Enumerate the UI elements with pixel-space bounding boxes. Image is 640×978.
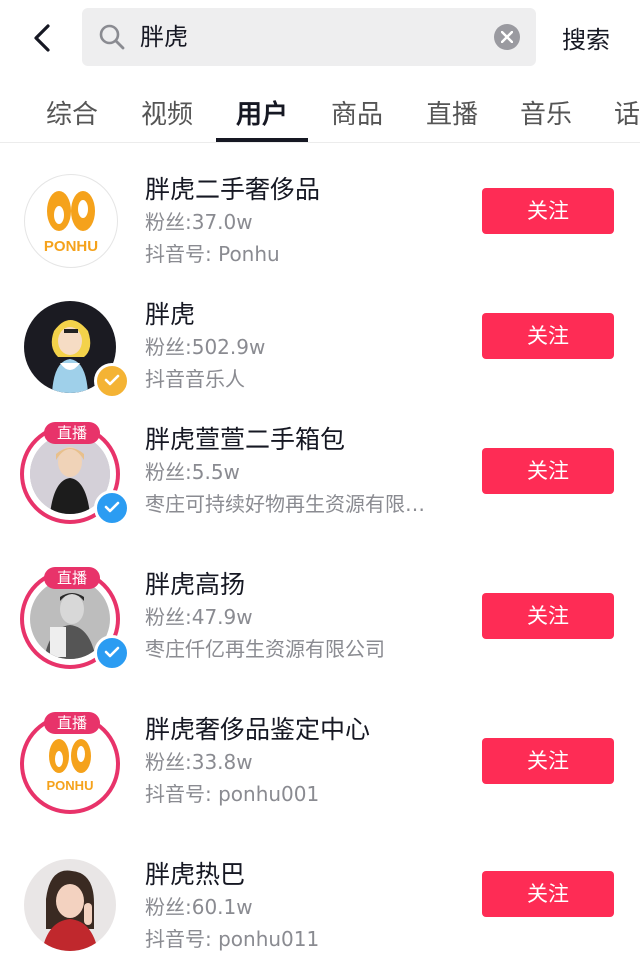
user-name[interactable]: 胖虎二手奢侈品	[145, 170, 320, 206]
follow-button[interactable]: 关注	[482, 871, 614, 917]
search-icon	[99, 24, 125, 50]
follower-count: 粉丝:37.0w	[145, 210, 253, 234]
avatar[interactable]: 直播	[20, 567, 130, 671]
follow-button[interactable]: 关注	[482, 188, 614, 234]
tab-live[interactable]: 直播	[426, 94, 478, 131]
follow-button[interactable]: 关注	[482, 448, 614, 494]
check-icon	[104, 374, 120, 386]
verified-badge	[94, 635, 130, 671]
live-badge: 直播	[44, 567, 100, 589]
tab-products[interactable]: 商品	[331, 94, 383, 131]
user-photo-image	[24, 859, 116, 951]
check-icon	[104, 646, 120, 658]
user-id: 抖音号: Ponhu	[145, 242, 280, 266]
chevron-left-icon	[34, 24, 50, 52]
follow-button[interactable]: 关注	[482, 738, 614, 784]
avatar[interactable]: 直播 PONHU	[20, 712, 122, 816]
avatar[interactable]: 直播	[20, 422, 130, 526]
user-row[interactable]: 胖虎 粉丝:502.9w 抖音音乐人 关注	[0, 285, 640, 405]
follow-button[interactable]: 关注	[482, 593, 614, 639]
user-name[interactable]: 胖虎萱萱二手箱包	[145, 420, 345, 456]
search-submit-button[interactable]: 搜索	[562, 20, 610, 55]
ponhu-logo-icon: PONHU	[44, 191, 98, 255]
user-row[interactable]: 直播 胖虎高扬 粉丝:47.9w 枣庄仟亿再生资源有限公司 关注	[0, 555, 640, 690]
follower-count: 粉丝:502.9w	[145, 335, 266, 359]
avatar[interactable]: PONHU	[24, 174, 122, 272]
svg-text:PONHU: PONHU	[47, 778, 94, 793]
tab-music[interactable]: 音乐	[520, 94, 572, 131]
user-name[interactable]: 胖虎	[145, 295, 195, 331]
back-button[interactable]	[22, 18, 62, 58]
tab-topics[interactable]: 话	[614, 94, 640, 131]
live-badge: 直播	[44, 712, 100, 734]
search-tabs: 综合 视频 用户 商品 直播 音乐 话	[0, 80, 640, 143]
follower-count: 粉丝:33.8w	[145, 750, 253, 774]
follower-count: 粉丝:60.1w	[145, 895, 253, 919]
active-tab-indicator	[216, 138, 308, 142]
user-id: 抖音号: ponhu001	[145, 782, 320, 806]
company-name: 枣庄可持续好物再生资源有限…	[145, 492, 425, 516]
top-bar: 胖虎 搜索	[0, 0, 640, 80]
user-row[interactable]: 胖虎热巴 粉丝:60.1w 抖音号: ponhu011 关注	[0, 845, 640, 970]
close-icon	[501, 31, 513, 43]
verified-badge	[94, 363, 130, 399]
check-icon	[104, 501, 120, 513]
svg-text:PONHU: PONHU	[44, 238, 98, 255]
search-box[interactable]: 胖虎	[82, 8, 536, 66]
user-row[interactable]: 直播 PONHU 胖虎奢侈品鉴定中心 粉丝:33.8w 抖音号: ponhu00…	[0, 700, 640, 835]
user-name[interactable]: 胖虎高扬	[145, 565, 245, 601]
follower-count: 粉丝:47.9w	[145, 605, 253, 629]
live-badge: 直播	[44, 422, 100, 444]
user-row[interactable]: PONHU 胖虎二手奢侈品 粉丝:37.0w 抖音号: Ponhu 关注	[0, 160, 640, 280]
avatar[interactable]	[24, 859, 122, 957]
user-name[interactable]: 胖虎热巴	[145, 855, 245, 891]
user-id: 抖音号: ponhu011	[145, 927, 320, 951]
search-input[interactable]: 胖虎	[140, 8, 188, 66]
avatar[interactable]	[24, 301, 130, 399]
ponhu-logo-icon: PONHU	[47, 739, 94, 793]
company-name: 枣庄仟亿再生资源有限公司	[145, 637, 385, 661]
user-id: 抖音音乐人	[145, 367, 245, 391]
clear-button[interactable]	[494, 24, 520, 50]
user-row[interactable]: 直播 胖虎萱萱二手箱包 粉丝:5.5w 枣庄可持续好物再生资源有限… 关注	[0, 410, 640, 545]
tab-users[interactable]: 用户	[236, 94, 288, 131]
follower-count: 粉丝:5.5w	[145, 460, 240, 484]
tab-all[interactable]: 综合	[46, 94, 98, 131]
verified-badge	[94, 490, 130, 526]
user-name[interactable]: 胖虎奢侈品鉴定中心	[145, 710, 370, 746]
tab-videos[interactable]: 视频	[141, 94, 193, 131]
follow-button[interactable]: 关注	[482, 313, 614, 359]
